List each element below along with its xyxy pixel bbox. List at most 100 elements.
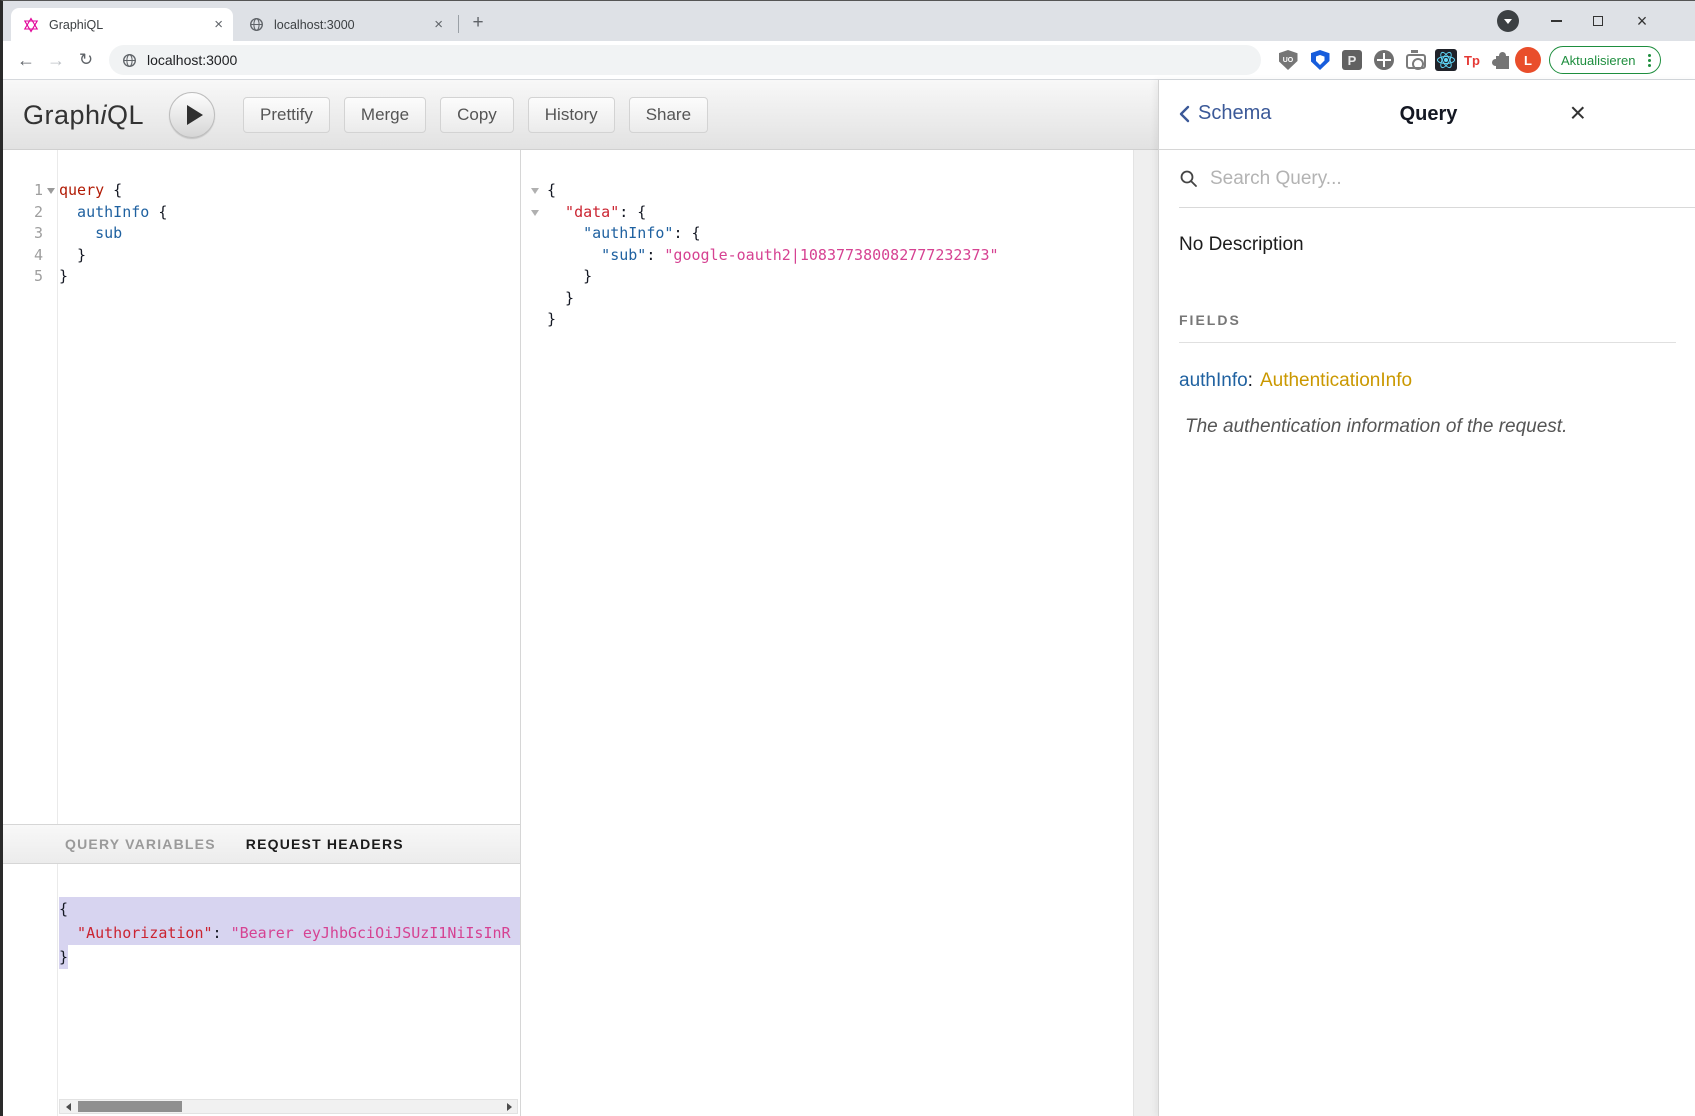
- new-tab-button[interactable]: +: [465, 10, 491, 36]
- ublock-extension-icon[interactable]: UO: [1276, 48, 1300, 72]
- bitwarden-extension-icon[interactable]: [1308, 48, 1332, 72]
- search-icon: [1179, 169, 1198, 188]
- forward-button[interactable]: →: [41, 41, 71, 79]
- shield-icon: [1311, 50, 1330, 70]
- browser-tab-graphiql[interactable]: GraphiQL ×: [11, 8, 233, 41]
- code-line: 3 }: [3, 945, 520, 969]
- atom-icon: [1435, 49, 1457, 71]
- fold-arrow-icon[interactable]: [531, 210, 539, 216]
- tab-request-headers[interactable]: REQUEST HEADERS: [246, 836, 404, 852]
- field-name-link[interactable]: authInfo: [1179, 370, 1248, 391]
- globe-icon: [249, 17, 264, 32]
- field-description: The authentication information of the re…: [1179, 416, 1676, 438]
- tab-title: localhost:3000: [274, 18, 424, 32]
- tp-extension-icon[interactable]: Tp: [1460, 48, 1484, 72]
- copy-button[interactable]: Copy: [440, 97, 514, 133]
- tab-query-variables[interactable]: QUERY VARIABLES: [65, 836, 216, 852]
- doc-search-input[interactable]: [1208, 167, 1668, 191]
- fold-arrow-icon[interactable]: [531, 188, 539, 194]
- code-line: }: [525, 266, 1133, 288]
- graphiql-app: GraphiQL Prettify Merge Copy History Sha…: [3, 80, 1695, 1116]
- field-row: authInfo:AuthenticationInfo: [1179, 370, 1676, 392]
- maximize-icon: [1593, 16, 1603, 26]
- horizontal-scrollbar[interactable]: [59, 1099, 518, 1114]
- close-icon[interactable]: ×: [434, 17, 443, 32]
- p-extension-icon[interactable]: P: [1340, 48, 1364, 72]
- code-line: "sub": "google-oauth2|108377380082777232…: [525, 245, 1133, 267]
- request-headers-editor[interactable]: 1 { 2 "Authorization": "Bearer eyJhbGciO…: [3, 864, 520, 1116]
- code-line: }: [525, 288, 1133, 310]
- code-line: 5 }: [3, 266, 520, 288]
- minimize-icon: [1551, 20, 1562, 22]
- reload-button[interactable]: ↻: [71, 41, 101, 79]
- type-description: No Description: [1179, 234, 1676, 256]
- divider: [1179, 342, 1676, 343]
- code-line: }: [525, 309, 1133, 331]
- browser-window: GraphiQL × localhost:3000 × + × ← → ↻: [0, 0, 1695, 1116]
- result-viewer[interactable]: { "data": { "authInfo": { "sub": "google…: [525, 150, 1133, 1116]
- window-close-button[interactable]: ×: [1625, 1, 1659, 41]
- address-bar[interactable]: localhost:3000: [109, 45, 1261, 75]
- graphiql-toolbar: GraphiQL Prettify Merge Copy History Sha…: [3, 80, 1158, 150]
- code-line: 1 {: [3, 897, 520, 921]
- code-line: 2 "Authorization": "Bearer eyJhbGciOiJSU…: [3, 921, 520, 945]
- doc-body: No Description FIELDS authInfo:Authentic…: [1159, 208, 1695, 438]
- scroll-right-button[interactable]: [501, 1100, 517, 1113]
- doc-search: [1179, 150, 1695, 208]
- query-editor-pane: 1 query { 2 authInfo { 3 sub 4: [3, 150, 521, 1116]
- tp-icon: Tp: [1461, 49, 1483, 71]
- execute-query-button[interactable]: [169, 92, 215, 138]
- doc-panel-title: Query: [1159, 103, 1695, 126]
- triangle-left-icon: [66, 1103, 71, 1111]
- kebab-menu-icon[interactable]: [1648, 54, 1651, 67]
- extensions-menu-button[interactable]: [1488, 48, 1512, 72]
- tab-separator: [458, 15, 459, 33]
- window-maximize-button[interactable]: [1581, 1, 1615, 41]
- browser-toolbar: ← → ↻ localhost:3000 UO P Tp L Aktualisi…: [3, 41, 1695, 80]
- window-minimize-button[interactable]: [1539, 1, 1573, 41]
- update-label: Aktualisieren: [1561, 53, 1635, 68]
- chevron-down-icon: [1504, 19, 1512, 24]
- screenshot-extension-icon[interactable]: [1404, 48, 1428, 72]
- scrollbar-thumb[interactable]: [78, 1101, 182, 1112]
- back-button[interactable]: ←: [11, 41, 41, 79]
- doc-close-button[interactable]: ×: [1570, 96, 1586, 130]
- graphiql-logo: GraphiQL: [23, 80, 144, 150]
- fields-heading: FIELDS: [1179, 312, 1676, 328]
- p-icon: P: [1342, 50, 1362, 70]
- chrome-update-button[interactable]: Aktualisieren: [1549, 46, 1661, 74]
- play-icon: [187, 105, 203, 125]
- puzzle-icon: [1496, 56, 1509, 69]
- history-button[interactable]: History: [528, 97, 615, 133]
- shield-icon: UO: [1279, 50, 1298, 70]
- fold-arrow-icon[interactable]: [47, 188, 55, 194]
- tab-title: GraphiQL: [49, 18, 204, 32]
- variables-titlebar: QUERY VARIABLES REQUEST HEADERS: [3, 824, 520, 864]
- result-scrollbar-area: [1133, 150, 1158, 1116]
- code-line: 2 authInfo {: [3, 202, 520, 224]
- code-line: {: [525, 180, 1133, 202]
- share-button[interactable]: Share: [629, 97, 708, 133]
- prettify-button[interactable]: Prettify: [243, 97, 330, 133]
- merge-button[interactable]: Merge: [344, 97, 426, 133]
- code-line: 1 query {: [3, 180, 520, 202]
- globe-icon: [122, 53, 137, 68]
- browser-tab-localhost[interactable]: localhost:3000 ×: [237, 8, 453, 41]
- code-line: "authInfo": {: [525, 223, 1133, 245]
- crosshair-extension-icon[interactable]: [1372, 48, 1396, 72]
- camera-icon: [1406, 54, 1426, 69]
- tab-strip: GraphiQL × localhost:3000 × + ×: [3, 1, 1695, 41]
- react-devtools-extension-icon[interactable]: [1434, 48, 1458, 72]
- toolbar-buttons: Prettify Merge Copy History Share: [243, 97, 708, 133]
- address-url: localhost:3000: [147, 52, 237, 68]
- triangle-right-icon: [507, 1103, 512, 1111]
- query-editor[interactable]: 1 query { 2 authInfo { 3 sub 4: [3, 150, 520, 824]
- close-icon[interactable]: ×: [214, 17, 223, 32]
- scroll-left-button[interactable]: [60, 1100, 76, 1113]
- field-type-link[interactable]: AuthenticationInfo: [1260, 370, 1412, 391]
- profile-avatar[interactable]: L: [1515, 47, 1541, 73]
- code-line: 3 sub: [3, 223, 520, 245]
- doc-explorer-panel: Schema Query × No Description FIELDS aut…: [1158, 80, 1695, 1116]
- downloads-button[interactable]: [1497, 10, 1519, 32]
- doc-explorer-header: Schema Query ×: [1159, 80, 1695, 150]
